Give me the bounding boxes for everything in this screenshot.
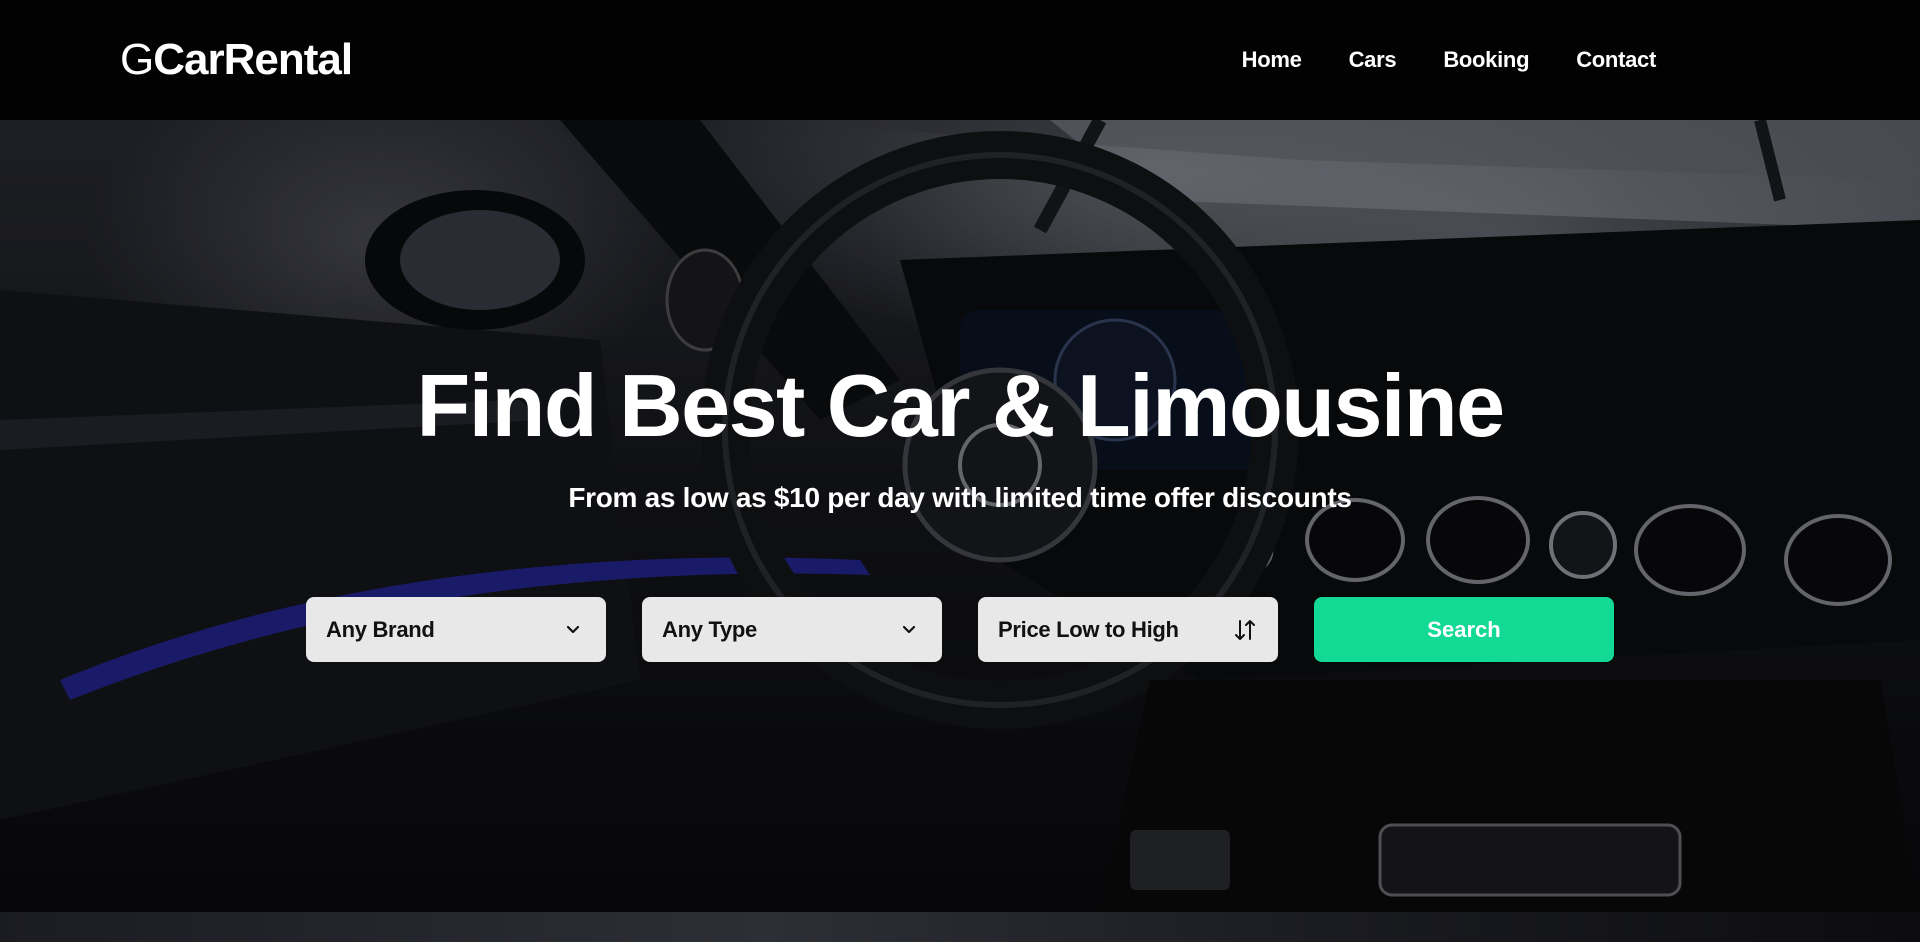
hero-section: Find Best Car & Limousine From as low as… (0, 120, 1920, 912)
search-filters: Any Brand Any Type Price Low to High Sea… (306, 597, 1614, 662)
search-button[interactable]: Search (1314, 597, 1614, 662)
site-header: G CarRental Home Cars Booking Contact (0, 0, 1920, 120)
brand-select-value: Any Brand (326, 616, 435, 642)
hero-title: Find Best Car & Limousine (416, 356, 1505, 455)
logo[interactable]: G CarRental (120, 35, 353, 85)
chevron-down-icon (896, 617, 922, 643)
next-section-preview (0, 912, 1920, 942)
logo-mark: G (120, 35, 154, 84)
hero-overlay (0, 120, 1920, 912)
type-select-value: Any Type (662, 616, 757, 642)
chevron-down-icon (560, 617, 586, 643)
sort-arrows-icon (1232, 617, 1258, 643)
nav-contact-link[interactable]: Contact (1576, 47, 1656, 73)
sort-select[interactable]: Price Low to High (978, 597, 1278, 662)
main-nav: Home Cars Booking Contact (1242, 47, 1657, 73)
sort-select-value: Price Low to High (998, 616, 1179, 642)
nav-booking-link[interactable]: Booking (1443, 47, 1529, 73)
type-select[interactable]: Any Type (642, 597, 942, 662)
nav-home-link[interactable]: Home (1242, 47, 1302, 73)
hero-subtitle: From as low as $10 per day with limited … (568, 482, 1352, 513)
logo-name: CarRental (153, 35, 353, 84)
nav-cars-link[interactable]: Cars (1349, 47, 1397, 73)
brand-select[interactable]: Any Brand (306, 597, 606, 662)
